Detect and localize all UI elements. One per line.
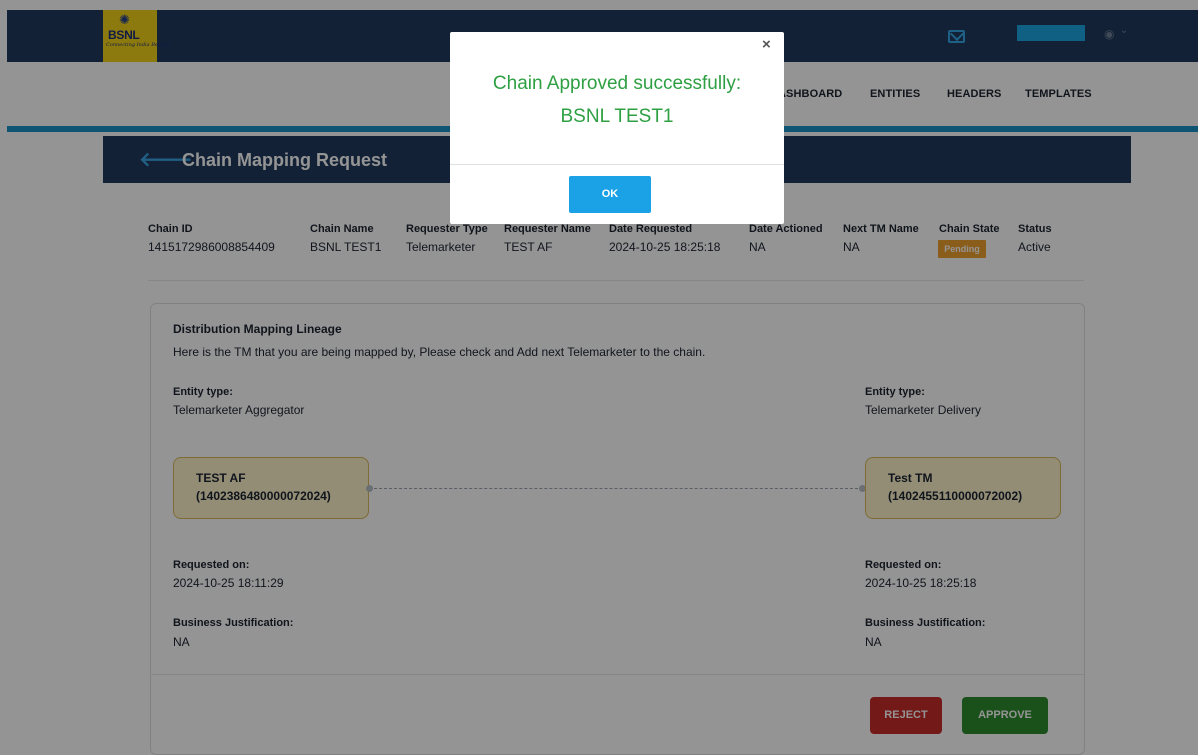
close-icon[interactable]: × <box>762 36 771 53</box>
modal-divider <box>450 164 784 165</box>
ok-button[interactable]: OK <box>569 176 651 213</box>
modal-message: Chain Approved successfully: BSNL TEST1 <box>492 73 742 127</box>
